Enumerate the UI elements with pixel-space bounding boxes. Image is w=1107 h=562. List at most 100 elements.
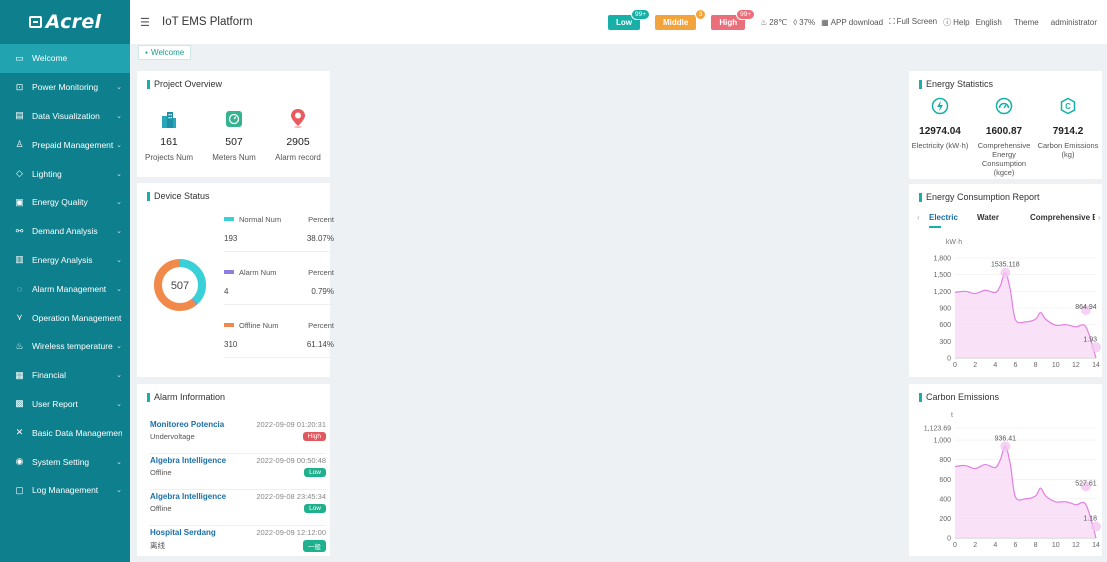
y-tick-label: 1,000	[933, 438, 951, 445]
operation-icon: ⋎	[16, 312, 23, 323]
sidebar-item-label: Data Visualization	[32, 110, 100, 121]
sidebar-item-label: User Report	[32, 398, 78, 409]
theme-button[interactable]: Theme	[1014, 18, 1039, 27]
help-icon: ⓘ	[943, 17, 952, 27]
y-tick-label: 1,123.69	[924, 426, 951, 433]
alarm-level-low-button[interactable]: Low 99+	[608, 8, 650, 30]
building-icon	[162, 112, 176, 128]
app-download-link[interactable]: ▦ APP download	[821, 18, 883, 27]
tab-welcome[interactable]: Welcome	[138, 45, 192, 60]
alarm-value: 4	[224, 287, 229, 296]
sidebar-item-financial[interactable]: ▦ Financial ⌄	[0, 361, 130, 390]
sidebar-item-prepaid-management[interactable]: ♙ Prepaid Management ⌄	[0, 130, 130, 159]
sidebar-item-lighting[interactable]: ◇ Lighting ⌄	[0, 159, 130, 188]
sidebar-item-demand-analysis[interactable]: ⚯ Demand Analysis ⌄	[0, 217, 130, 246]
tabs-bar: Welcome	[130, 44, 1107, 62]
report-icon: ▩	[15, 398, 24, 409]
panel-title: Energy Consumption Report	[919, 192, 1040, 202]
x-tick-label: 6	[1013, 542, 1017, 549]
thermometer-icon: ♨	[760, 17, 768, 27]
alarm-level-middle-button[interactable]: Middle 3	[655, 8, 707, 30]
stat-comprehensive: 1600.87 Comprehensive Energy Consumption…	[973, 97, 1035, 177]
sidebar-item-power-monitoring[interactable]: ⊡ Power Monitoring ⌄	[0, 73, 130, 102]
data-point-marker	[1091, 342, 1101, 353]
energy-statistics-panel: Energy Statistics 12974.04 Electricity (…	[909, 71, 1102, 179]
x-tick-label: 10	[1052, 542, 1060, 549]
alarm-list-item[interactable]: Algebra Intelligence 2022-09-09 00:50:48 …	[150, 456, 326, 490]
chevron-down-icon: ⌄	[116, 112, 122, 120]
carbon-emissions-chart: t 0 200 400 600 800 1,000 1,123.69 0 2 4 6 8 10 12 14 93…	[924, 412, 1101, 549]
panel-title: Carbon Emissions	[919, 392, 999, 402]
tabs-prev-button[interactable]: ‹	[917, 213, 920, 222]
sidebar-item-basic-data-management[interactable]: ✕ Basic Data Management	[0, 418, 130, 447]
data-label: 864.94	[1075, 304, 1097, 311]
sidebar-item-user-report[interactable]: ▩ User Report ⌄	[0, 390, 130, 419]
help-link[interactable]: ⓘ Help	[943, 17, 969, 28]
alarm-level-high-button[interactable]: High 99+	[711, 8, 756, 30]
menu-toggle-icon[interactable]: ☰	[140, 16, 152, 29]
x-tick-label: 12	[1072, 362, 1080, 369]
y-tick-label: 200	[939, 516, 951, 523]
data-point-marker	[1000, 267, 1011, 278]
area-fill	[955, 272, 1096, 358]
demand-icon: ⚯	[15, 225, 24, 236]
alarm-list-item[interactable]: Hospital Serdang 2022-09-09 12:12:00 离线 一般	[150, 528, 326, 562]
sidebar-item-energy-analysis[interactable]: ▥ Energy Analysis ⌄	[0, 246, 130, 275]
y-tick-label: 0	[947, 536, 951, 543]
sidebar-item-label: Energy Analysis	[32, 254, 93, 265]
chevron-down-icon: ⌄	[116, 170, 122, 178]
tab-water[interactable]: Water	[977, 213, 999, 222]
area-fill	[955, 446, 1096, 538]
user-menu[interactable]: administrator	[1051, 18, 1097, 27]
data-label: 1.93	[1083, 336, 1097, 343]
chevron-down-icon: ⌄	[116, 372, 122, 380]
sidebar-item-label: Operation Management	[32, 312, 122, 323]
carbon-emissions-panel: Carbon Emissions t 0 200 400 600 800 1,000 1,12…	[909, 384, 1102, 556]
alarm-list-item[interactable]: Monitoreo Potencia 2022-09-09 01:20:31 Un…	[150, 420, 326, 454]
sidebar-item-system-setting[interactable]: ◉ System Setting ⌄	[0, 447, 130, 476]
brand-logo[interactable]: Acrel	[0, 0, 130, 44]
tabs-next-button[interactable]: ›	[1098, 213, 1101, 222]
chevron-down-icon: ⌄	[116, 285, 122, 293]
offline-percent: 61.14%	[306, 340, 334, 349]
projects-label: Projects Num	[144, 153, 193, 162]
tab-comprehensive[interactable]: Comprehensive Ene	[1030, 213, 1095, 222]
sidebar-item-data-visualization[interactable]: ▤ Data Visualization ⌄	[0, 102, 130, 131]
alarm-pin-icon	[291, 109, 305, 128]
severity-badge: High	[302, 432, 326, 441]
light-icon: ◇	[16, 168, 23, 179]
sidebar-item-label: Basic Data Management	[32, 427, 122, 438]
sidebar-item-label: Welcome	[32, 53, 68, 64]
full-screen-button[interactable]: ⛶ Full Screen	[889, 17, 937, 27]
data-label: 1.18	[1083, 515, 1097, 522]
sidebar-item-welcome[interactable]: ▭ Welcome	[0, 44, 130, 73]
language-select[interactable]: English	[976, 18, 1002, 27]
offline-value: 310	[224, 340, 238, 349]
x-tick-label: 14	[1092, 542, 1100, 549]
x-tick-label: 8	[1034, 362, 1038, 369]
power-icon: ⊡	[15, 81, 24, 92]
analysis-icon: ▥	[15, 254, 24, 265]
normal-percent: 38.07%	[306, 234, 334, 243]
sidebar-item-wireless-temperature[interactable]: ♨ Wireless temperature ⌄	[0, 332, 130, 361]
temperature-readout: ♨ 28℃	[760, 17, 788, 27]
sidebar: Acrel ▭ Welcome ⊡ Power Monitoring ⌄ ▤ Data Vi…	[0, 0, 130, 562]
normal-value: 193	[224, 234, 238, 243]
sidebar-item-energy-quality[interactable]: ▣ Energy Quality ⌄	[0, 188, 130, 217]
data-icon: ✕	[15, 427, 24, 438]
sidebar-item-label: System Setting	[32, 456, 90, 467]
panel-title: Energy Statistics	[919, 79, 993, 89]
x-tick-label: 8	[1034, 542, 1038, 549]
severity-badge: Low	[304, 468, 326, 477]
alarm-list-item[interactable]: Algebra Intelligence 2022-09-08 23:45:34 …	[150, 492, 326, 526]
sidebar-item-log-management[interactable]: ▢ Log Management ⌄	[0, 476, 130, 505]
energy-report-panel: Energy Consumption Report ‹ Electric Wat…	[909, 184, 1102, 377]
offline-swatch	[224, 323, 234, 327]
settings-icon: ◉	[15, 456, 24, 467]
sidebar-item-alarm-management[interactable]: ◌ Alarm Management ⌄	[0, 274, 130, 303]
sidebar-item-operation-management[interactable]: ⋎ Operation Management	[0, 303, 130, 332]
tab-electric[interactable]: Electric	[929, 213, 958, 228]
overview-meters: 507 Meters Num	[204, 106, 264, 162]
chart-icon: ▤	[15, 110, 24, 121]
sidebar-item-label: Energy Quality	[32, 197, 88, 208]
